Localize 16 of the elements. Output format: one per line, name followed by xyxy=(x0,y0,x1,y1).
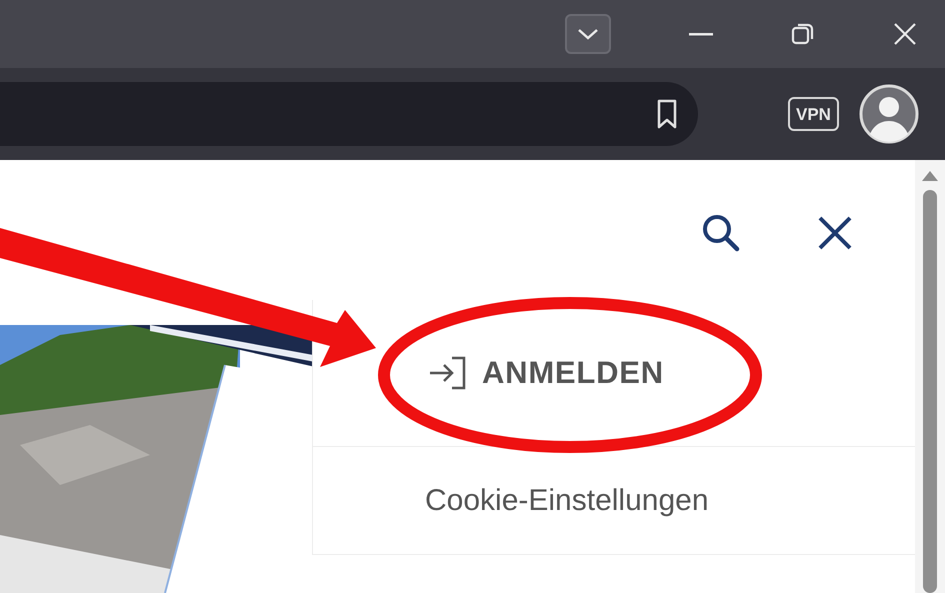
tab-list-button[interactable] xyxy=(565,14,611,54)
close-icon xyxy=(893,22,917,46)
scroll-up-icon[interactable] xyxy=(921,170,939,182)
login-link[interactable]: ANMELDEN xyxy=(428,350,664,396)
sign-in-icon xyxy=(428,356,468,390)
scrollbar-thumb[interactable] xyxy=(923,190,937,593)
profile-avatar-icon[interactable] xyxy=(858,84,919,144)
search-icon[interactable] xyxy=(700,212,742,254)
scrollbar[interactable] xyxy=(915,160,945,593)
bookmark-icon[interactable] xyxy=(656,99,678,129)
vpn-badge[interactable]: VPN xyxy=(788,97,839,131)
chevron-down-icon xyxy=(576,27,600,41)
minimize-icon xyxy=(689,32,713,36)
restore-icon xyxy=(791,22,815,46)
cookie-settings-link[interactable]: Cookie-Einstellungen xyxy=(425,478,709,523)
close-icon[interactable] xyxy=(817,215,853,251)
